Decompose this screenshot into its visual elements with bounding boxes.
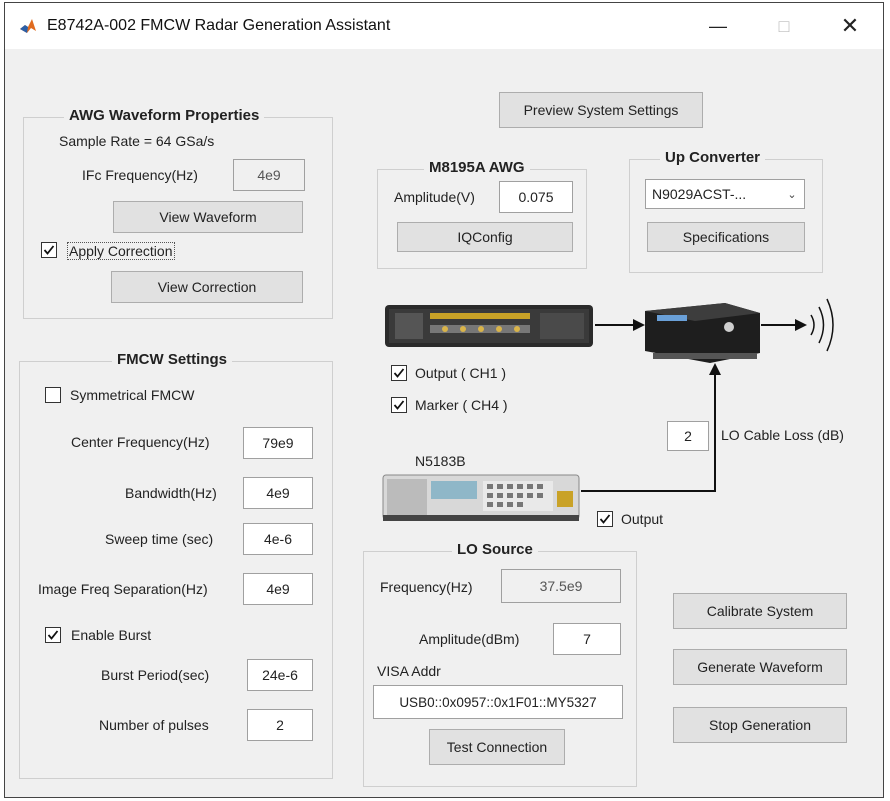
awg-amplitude-field[interactable]: 0.075 — [499, 181, 573, 213]
burst-period-field[interactable]: 24e-6 — [247, 659, 313, 691]
image-freq-separation-field[interactable]: 4e9 — [243, 573, 313, 605]
marker-ch4-checkbox[interactable] — [391, 397, 407, 413]
checkmark-icon — [47, 630, 59, 640]
panel-title: AWG Waveform Properties — [64, 107, 265, 124]
symmetrical-fmcw-label: Symmetrical FMCW — [70, 387, 195, 403]
up-converter-panel: Up Converter — [629, 149, 823, 273]
lo-output-checkbox[interactable] — [597, 511, 613, 527]
symmetrical-fmcw-checkbox[interactable] — [45, 387, 61, 403]
panel-title: FMCW Settings — [112, 351, 232, 368]
radiation-waves-icon — [810, 314, 815, 336]
lo-amplitude-label: Amplitude(dBm) — [419, 631, 520, 647]
iqconfig-button[interactable]: IQConfig — [397, 222, 573, 252]
burst-period-label: Burst Period(sec) — [101, 667, 210, 683]
app-window: E8742A-002 FMCW Radar Generation Assista… — [4, 2, 884, 798]
lo-output-label: Output — [621, 511, 664, 527]
checkmark-icon — [393, 368, 405, 378]
bandwidth-field[interactable]: 4e9 — [243, 477, 313, 509]
calibrate-system-button[interactable]: Calibrate System — [673, 593, 847, 629]
test-connection-button[interactable]: Test Connection — [429, 729, 565, 765]
view-waveform-button[interactable]: View Waveform — [113, 201, 303, 233]
enable-burst-label: Enable Burst — [71, 627, 152, 643]
output-ch1-label: Output ( CH1 ) — [415, 365, 507, 381]
lo-cable-loss-label: LO Cable Loss (dB) — [721, 427, 844, 443]
center-frequency-field[interactable]: 79e9 — [243, 427, 313, 459]
checkmark-icon — [43, 245, 55, 255]
panel-title: Up Converter — [660, 149, 766, 166]
chevron-down-icon[interactable]: ⌄ — [780, 188, 804, 201]
stop-generation-button[interactable]: Stop Generation — [673, 707, 847, 743]
panel-title: M8195A AWG — [424, 159, 530, 176]
lo-frequency-label: Frequency(Hz) — [380, 579, 473, 595]
view-correction-button[interactable]: View Correction — [111, 271, 303, 303]
apply-correction-label[interactable]: Apply Correction — [67, 242, 175, 260]
up-converter-model-select[interactable]: N9029ACST-... ⌄ — [645, 179, 805, 209]
preview-system-settings-button[interactable]: Preview System Settings — [499, 92, 703, 128]
sample-rate-label: Sample Rate = 64 GSa/s — [59, 133, 215, 149]
awg-amplitude-label: Amplitude(V) — [394, 189, 475, 205]
siggen-model-label: N5183B — [415, 453, 466, 469]
lo-amplitude-field[interactable]: 7 — [553, 623, 621, 655]
number-of-pulses-field[interactable]: 2 — [247, 709, 313, 741]
apply-correction-checkbox[interactable] — [41, 242, 57, 258]
ifc-frequency-label: IFc Frequency(Hz) — [82, 167, 198, 183]
ifc-frequency-field[interactable]: 4e9 — [233, 159, 305, 191]
n5183b-instrument-image — [382, 474, 580, 521]
visa-addr-label: VISA Addr — [377, 663, 441, 679]
bandwidth-label: Bandwidth(Hz) — [125, 485, 217, 501]
up-converter-instrument-image — [645, 303, 760, 363]
output-ch1-checkbox[interactable] — [391, 365, 407, 381]
enable-burst-checkbox[interactable] — [45, 627, 61, 643]
generate-waveform-button[interactable]: Generate Waveform — [673, 649, 847, 685]
m8195a-instrument-image — [385, 305, 593, 347]
checkmark-icon — [393, 400, 405, 410]
sweep-time-field[interactable]: 4e-6 — [243, 523, 313, 555]
lo-cable-loss-field[interactable]: 2 — [667, 421, 709, 451]
visa-addr-field[interactable]: USB0::0x0957::0x1F01::MY5327 — [373, 685, 623, 719]
panel-title: LO Source — [452, 541, 538, 558]
sweep-time-label: Sweep time (sec) — [105, 531, 214, 547]
lo-frequency-field[interactable]: 37.5e9 — [501, 569, 621, 603]
image-freq-separation-label: Image Freq Separation(Hz) — [38, 581, 208, 597]
number-of-pulses-label: Number of pulses — [99, 717, 209, 733]
marker-ch4-label: Marker ( CH4 ) — [415, 397, 508, 413]
checkmark-icon — [599, 514, 611, 524]
up-converter-model-value: N9029ACST-... — [652, 186, 747, 202]
specifications-button[interactable]: Specifications — [647, 222, 805, 252]
center-frequency-label: Center Frequency(Hz) — [71, 434, 210, 450]
